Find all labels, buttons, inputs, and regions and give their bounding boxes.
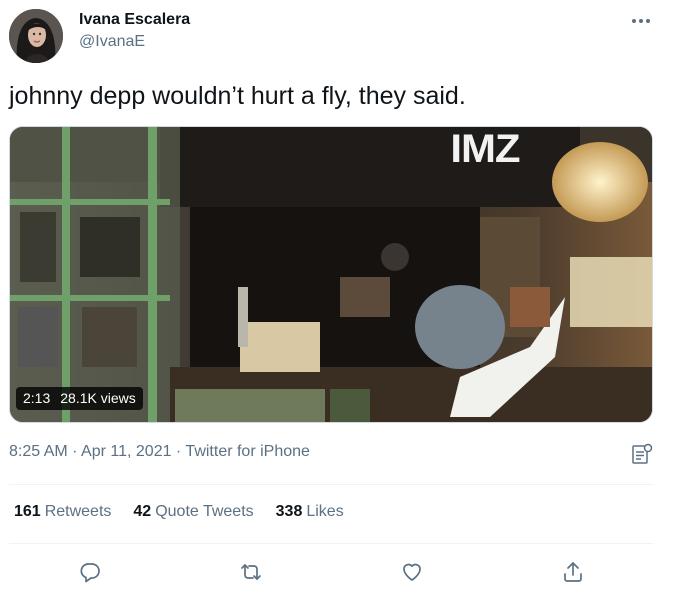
retweets-stat[interactable]: 161 Retweets	[14, 503, 111, 521]
avatar-image	[9, 9, 63, 63]
video-frame	[10, 127, 652, 422]
quote-tweets-stat[interactable]: 42 Quote Tweets	[133, 503, 253, 521]
video-duration: 2:13	[23, 390, 51, 406]
avatar[interactable]	[9, 9, 63, 63]
tweet-time[interactable]: 8:25 AM	[9, 443, 68, 460]
divider	[9, 543, 653, 544]
tweet-date[interactable]: Apr 11, 2021	[81, 443, 171, 460]
author-name[interactable]: Ivana Escalera	[79, 11, 190, 29]
share-icon[interactable]	[557, 557, 589, 587]
action-bar	[0, 557, 673, 589]
analytics-icon[interactable]	[631, 443, 653, 465]
likes-count: 338	[275, 503, 303, 520]
tweet-card: Ivana Escalera @IvanaE johnny depp would…	[0, 0, 673, 600]
quote-tweets-count: 42	[133, 503, 152, 520]
meta-separator: ·	[67, 443, 82, 460]
tweet-metadata: 8:25 AM · Apr 11, 2021 · Twitter for iPh…	[9, 443, 310, 461]
tweet-text: johnny depp wouldn’t hurt a fly, they sa…	[9, 82, 466, 110]
retweet-icon[interactable]	[235, 557, 267, 587]
author-handle[interactable]: @IvanaE	[79, 33, 145, 51]
retweets-label: Retweets	[44, 503, 112, 520]
video-stats-badge: 2:13 28.1K views	[16, 387, 143, 410]
quote-tweets-label: Quote Tweets	[155, 503, 254, 520]
divider	[9, 484, 653, 485]
tweet-source[interactable]: Twitter for iPhone	[185, 443, 310, 460]
likes-label: Likes	[306, 503, 344, 520]
meta-separator: ·	[171, 443, 186, 460]
like-icon[interactable]	[396, 557, 428, 587]
video-player[interactable]: IMZ	[9, 126, 653, 423]
more-icon[interactable]	[630, 14, 652, 28]
video-views: 28.1K views	[60, 390, 136, 406]
likes-stat[interactable]: 338 Likes	[276, 503, 344, 521]
video-watermark: IMZ	[450, 127, 520, 171]
retweets-count: 161	[14, 503, 41, 520]
reply-icon[interactable]	[74, 557, 106, 587]
engagement-stats: 161 Retweets 42 Quote Tweets 338 Likes	[14, 503, 344, 521]
